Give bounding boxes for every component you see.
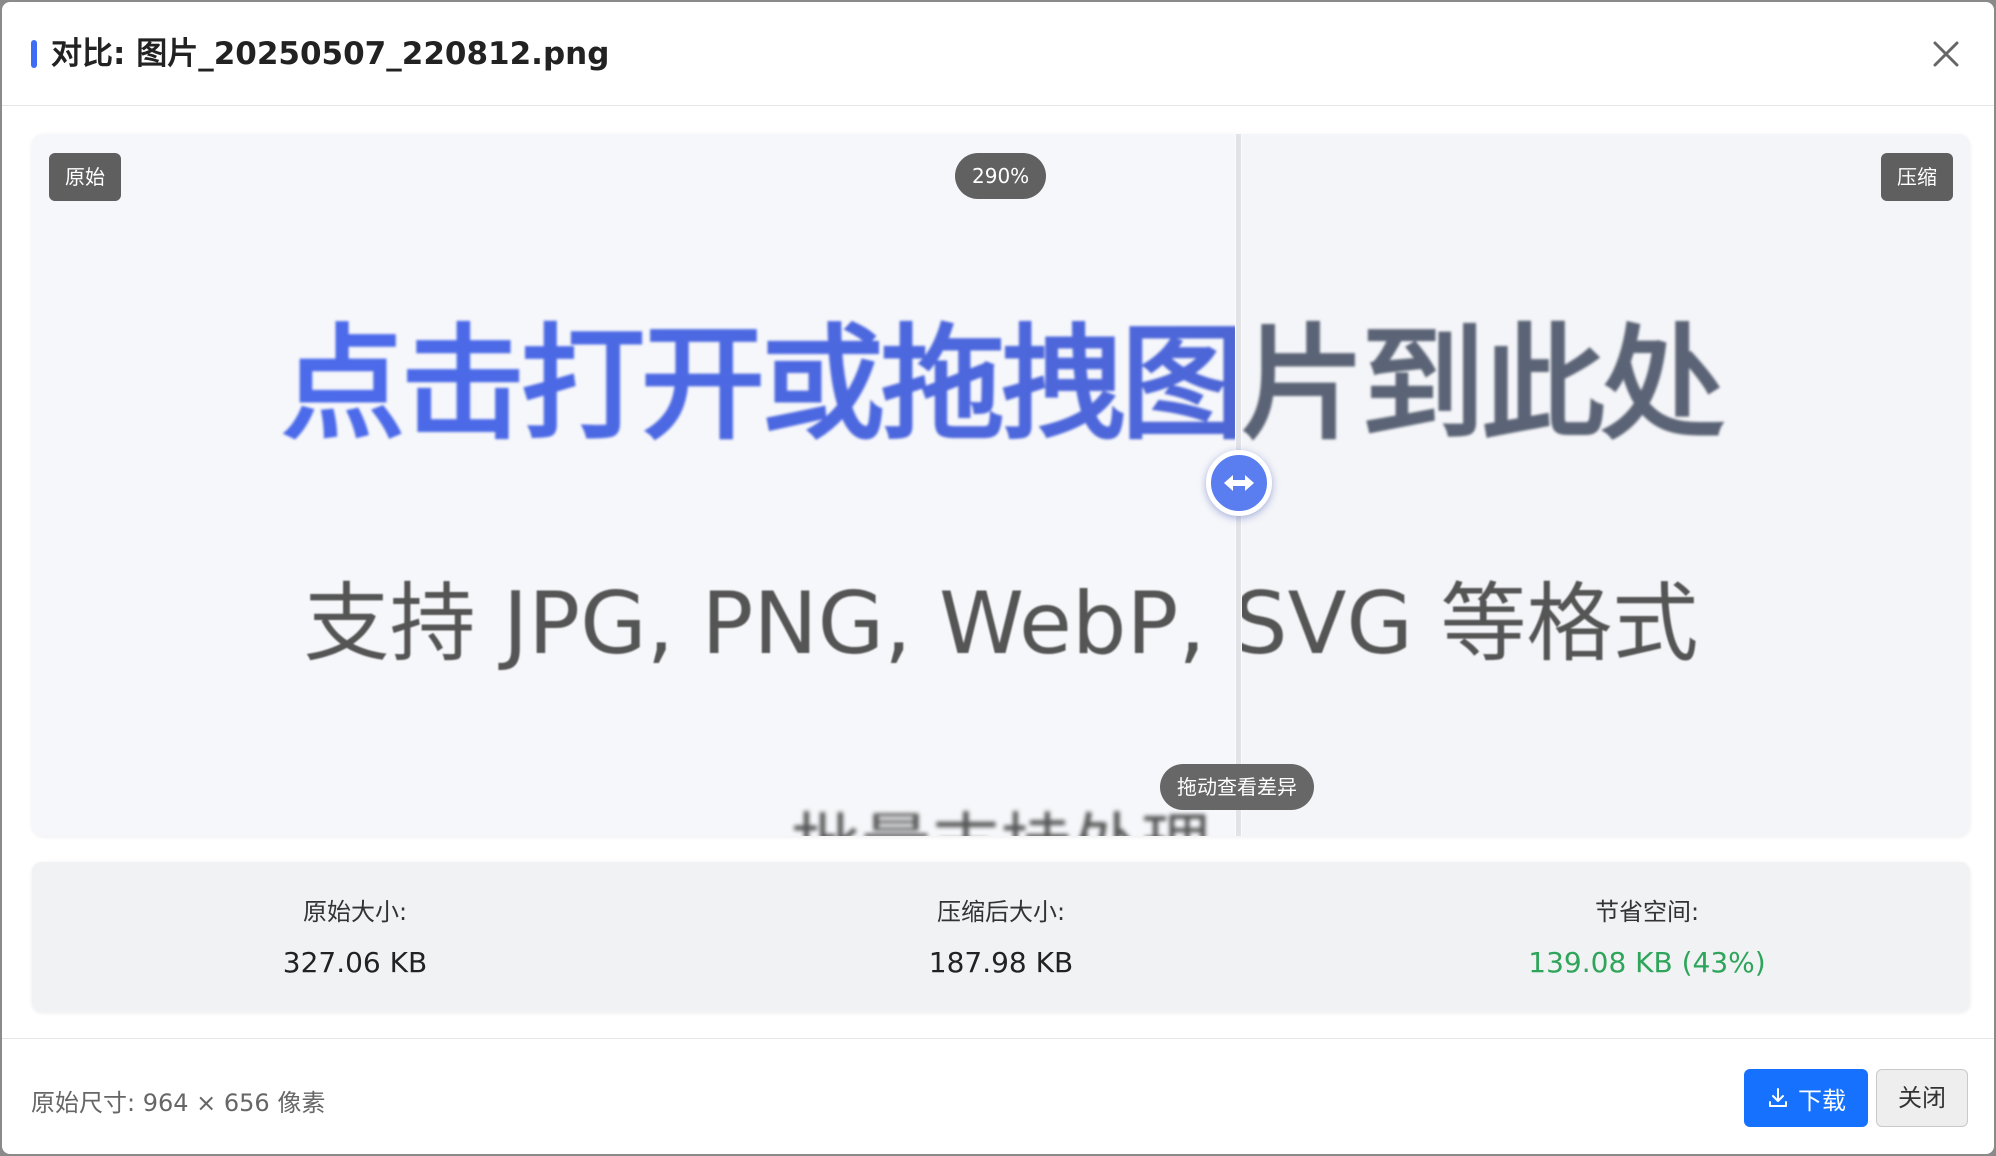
image-headline-compressed: 点击打开或拖拽图片到此处 <box>1238 313 1725 457</box>
dialog-header: 对比: 图片_20250507_220812.png <box>2 2 1994 106</box>
image-cutoff-original: 批量支持处理 <box>32 806 1238 836</box>
left-right-arrows-icon <box>1224 475 1254 491</box>
image-headline-original: 点击打开或拖拽图片到此处 <box>32 310 1238 460</box>
stat-original-size: 原始大小: 327.06 KB <box>32 862 678 1012</box>
original-dimensions-text: 原始尺寸: 964 × 656 像素 <box>31 1089 326 1117</box>
drag-hint-badge: 拖动查看差异 <box>1160 764 1314 810</box>
dialog-title: 对比: 图片_20250507_220812.png <box>51 36 610 72</box>
stat-saved-label: 节省空间: <box>1594 898 1700 926</box>
original-image-pane: 点击打开或拖拽图片到此处 支持 JPG, PNG, WebP, SVG 等格式 … <box>32 134 1238 836</box>
dialog-footer: 原始尺寸: 964 × 656 像素 下载 关闭 <box>2 1038 1994 1154</box>
original-label-badge: 原始 <box>49 153 121 201</box>
stat-compressed-value: 187.98 KB <box>928 946 1074 979</box>
compressed-label-badge: 压缩 <box>1881 153 1953 201</box>
zoom-level-badge: 290% <box>955 153 1047 199</box>
close-button[interactable]: 关闭 <box>1876 1069 1968 1127</box>
compare-dialog: 对比: 图片_20250507_220812.png 点击打开或拖拽图片到此处 … <box>2 2 1994 1154</box>
stat-saved-value: 139.08 KB (43%) <box>1528 946 1766 979</box>
image-subline-original: 支持 JPG, PNG, WebP, SVG 等格式 <box>303 574 1238 674</box>
stat-original-label: 原始大小: <box>302 898 408 926</box>
stat-compressed-size: 压缩后大小: 187.98 KB <box>678 862 1324 1012</box>
download-button[interactable]: 下载 <box>1744 1069 1868 1127</box>
image-subline-compressed: 支持 JPG, PNG, WebP, SVG 等格式 <box>1238 574 1699 674</box>
stat-original-value: 327.06 KB <box>282 946 428 979</box>
size-stats-panel: 原始大小: 327.06 KB 压缩后大小: 187.98 KB 节省空间: 1… <box>32 862 1970 1012</box>
stat-compressed-label: 压缩后大小: <box>936 898 1066 926</box>
title-accent-bar <box>31 40 37 68</box>
image-compare-viewer[interactable]: 点击打开或拖拽图片到此处 支持 JPG, PNG, WebP, SVG 等格式 … <box>32 134 1970 836</box>
download-button-label: 下载 <box>1798 1086 1846 1115</box>
close-icon[interactable] <box>1922 30 1970 78</box>
compressed-image-pane: 点击打开或拖拽图片到此处 支持 JPG, PNG, WebP, SVG 等格式 … <box>1238 134 1970 836</box>
compare-slider-handle[interactable] <box>1206 450 1272 516</box>
download-icon <box>1769 1088 1787 1107</box>
stat-saved-space: 节省空间: 139.08 KB (43%) <box>1324 862 1970 1012</box>
image-cutoff-compressed: 批量支持处理 <box>1238 806 1970 836</box>
